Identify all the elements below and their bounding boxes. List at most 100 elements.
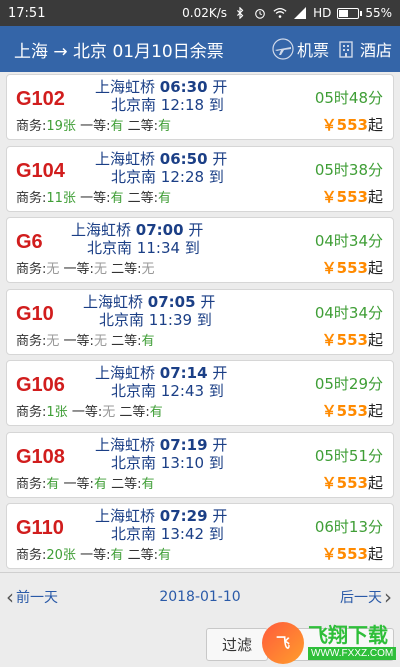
departure-station: 上海虹桥 — [95, 507, 156, 525]
first-class-label: 一等: — [63, 476, 94, 492]
second-class-label: 二等: — [111, 333, 142, 349]
ticket-price: ￥553起 — [322, 114, 383, 135]
business-seats: 20张 — [46, 548, 76, 563]
departure-row: 上海虹桥 07:05 开 — [83, 293, 215, 311]
date-nav: ‹ 前一天 2018-01-10 后一天 › — [0, 572, 400, 620]
first-class-seats: 无 — [93, 262, 107, 277]
status-time: 17:51 — [8, 5, 46, 21]
price-value: 553 — [336, 259, 368, 277]
ticket-price: ￥553起 — [322, 400, 383, 421]
departure-row: 上海虹桥 06:50 开 — [95, 150, 227, 168]
network-speed: 0.02K/s — [182, 6, 228, 20]
arrival-station: 北京南 — [111, 382, 157, 400]
first-class-label: 一等: — [63, 262, 94, 277]
signal-icon — [294, 7, 307, 19]
prev-day-button[interactable]: ‹ 前一天 — [6, 587, 58, 607]
second-class-label: 二等: — [127, 119, 159, 134]
price-value: 553 — [336, 473, 368, 492]
first-class-label: 一等: — [63, 333, 94, 349]
first-class-seats: 有 — [110, 190, 124, 206]
price-suffix: 起 — [367, 402, 383, 420]
first-class-seats: 无 — [102, 405, 116, 420]
second-class-seats: 有 — [158, 548, 172, 563]
train-card[interactable]: G10 上海虹桥 07:05 开北京南 11:39 到 04时34分 商务:无 一等:… — [6, 288, 394, 355]
next-day-label: 后一天 — [340, 589, 382, 606]
first-class-label: 一等: — [80, 548, 111, 563]
trip-duration: 04时34分 — [314, 303, 383, 322]
train-route: 上海虹桥 06:50 开北京南 12:28 到 — [95, 150, 227, 186]
price-suffix: 起 — [367, 545, 383, 563]
second-class-seats: 有 — [158, 190, 172, 206]
arrival-time: 11:34 — [136, 239, 181, 257]
trip-duration: 04时34分 — [314, 232, 383, 250]
watermark-main-text: 飞翔下载 — [308, 625, 388, 647]
departure-time: 06:50 — [159, 149, 208, 168]
status-bar: 17:51 0.02K/s HD 55% — [0, 0, 400, 26]
price-currency: ￥ — [321, 402, 337, 420]
trip-duration: 05时29分 — [314, 375, 383, 393]
next-day-button[interactable]: 后一天 › — [340, 587, 392, 607]
second-class-seats: 无 — [141, 262, 155, 277]
price-currency: ￥ — [321, 259, 337, 277]
second-class-label: 二等: — [127, 548, 159, 563]
departure-station: 上海虹桥 — [95, 435, 156, 454]
train-code: G106 — [16, 374, 65, 396]
train-route: 上海虹桥 06:30 开北京南 12:18 到 — [95, 78, 227, 114]
trip-duration: 05时51分 — [314, 446, 383, 465]
train-route: 上海虹桥 07:00 开北京南 11:34 到 — [71, 221, 203, 257]
trip-duration: 06时13分 — [314, 518, 383, 536]
airplane-icon — [272, 38, 294, 60]
train-card[interactable]: G102 上海虹桥 06:30 开北京南 12:18 到 05时48分 商务:19张 … — [6, 74, 394, 140]
second-class-seats: 有 — [158, 119, 172, 134]
arrival-station: 北京南 — [99, 310, 145, 329]
departure-row: 上海虹桥 07:19 开 — [95, 436, 227, 454]
first-class-label: 一等: — [71, 405, 103, 420]
ticket-price: ￥553起 — [322, 257, 383, 278]
train-card[interactable]: G110 上海虹桥 07:29 开北京南 13:42 到 06时13分 商务:20张 … — [6, 503, 394, 569]
second-class-label: 二等: — [119, 405, 150, 420]
arrival-time: 12:18 — [160, 96, 205, 114]
departure-row: 上海虹桥 07:00 开 — [71, 221, 203, 239]
bluetooth-icon — [237, 7, 244, 19]
page-title: 上海 → 北京 01月10日余票 — [14, 41, 224, 62]
filter-button[interactable]: 过滤 — [206, 628, 268, 661]
chevron-right-icon: › — [384, 584, 392, 609]
trip-duration: 05时48分 — [314, 89, 383, 107]
train-card[interactable]: G104 上海虹桥 06:50 开北京南 12:28 到 05时38分 商务:11张 … — [6, 145, 394, 212]
price-suffix: 起 — [367, 330, 383, 349]
status-icons: 0.02K/s HD 55% — [182, 6, 392, 20]
departure-time: 06:30 — [159, 78, 208, 96]
departure-suffix: 开 — [212, 78, 228, 96]
watermark-text: 飞翔下载 WWW.FXXZ.COM — [308, 625, 397, 660]
business-seats: 无 — [46, 333, 60, 349]
arrival-row: 北京南 12:28 到 — [95, 168, 227, 186]
arrival-row: 北京南 11:34 到 — [71, 239, 203, 257]
train-card[interactable]: G106 上海虹桥 07:14 开北京南 12:43 到 05时29分 商务:1张 一… — [6, 360, 394, 426]
price-currency: ￥ — [321, 473, 337, 492]
arrival-suffix: 到 — [208, 525, 224, 543]
arrival-station: 北京南 — [111, 167, 157, 186]
departure-suffix: 开 — [200, 292, 216, 311]
arrival-time: 12:28 — [160, 167, 205, 186]
arrival-row: 北京南 12:18 到 — [95, 96, 227, 114]
train-card[interactable]: G6 上海虹桥 07:00 开北京南 11:34 到 04时34分 商务:无 一等:无… — [6, 217, 394, 283]
business-label: 商务: — [16, 405, 47, 420]
business-label: 商务: — [16, 119, 47, 134]
price-currency: ￥ — [321, 545, 337, 563]
departure-station: 上海虹桥 — [95, 149, 156, 168]
arrival-station: 北京南 — [87, 239, 133, 257]
train-card[interactable]: G108 上海虹桥 07:19 开北京南 13:10 到 05时51分 商务:有 一等… — [6, 431, 394, 498]
departure-suffix: 开 — [212, 435, 228, 454]
arrival-time: 13:42 — [160, 525, 205, 543]
departure-station: 上海虹桥 — [83, 292, 144, 311]
arrival-row: 北京南 13:42 到 — [95, 525, 227, 543]
flight-button[interactable]: 机票 — [272, 37, 329, 61]
business-label: 商务: — [16, 190, 47, 206]
hotel-button[interactable]: 酒店 — [335, 37, 392, 61]
train-route: 上海虹桥 07:05 开北京南 11:39 到 — [83, 293, 215, 329]
train-code: G10 — [16, 302, 54, 325]
departure-station: 上海虹桥 — [95, 78, 156, 96]
arrival-suffix: 到 — [208, 167, 224, 186]
departure-suffix: 开 — [212, 364, 228, 382]
arrival-station: 北京南 — [111, 96, 157, 114]
